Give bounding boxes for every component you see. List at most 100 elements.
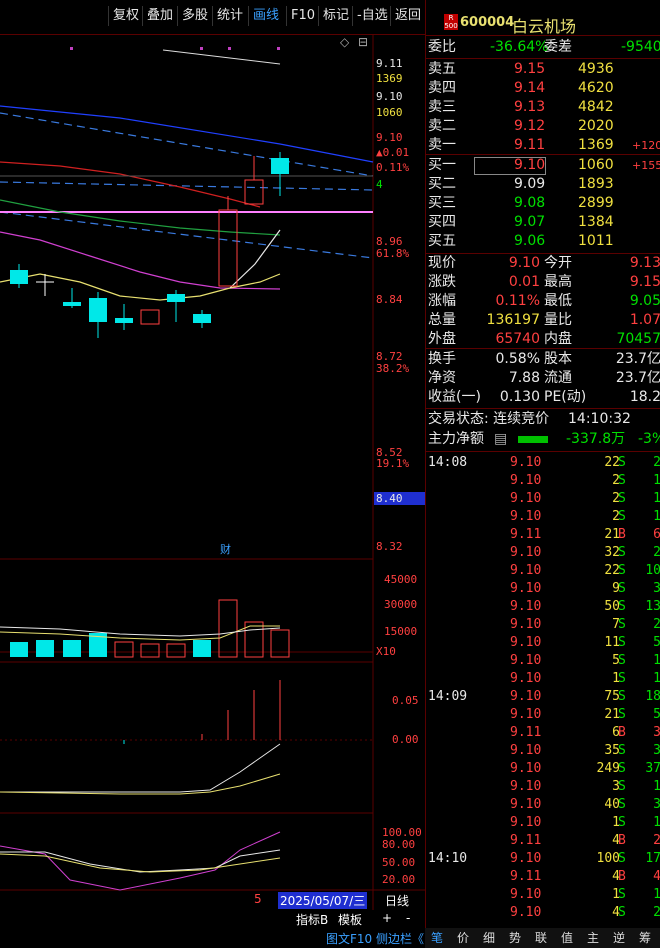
panel-tab-1[interactable]: 价 — [457, 928, 469, 948]
tick-row[interactable]: 14:09 9.10 75 S 18 — [426, 688, 660, 706]
stock-code: 600004 — [460, 15, 515, 30]
trade-status-row: 交易状态: 连续竞价 14:10:32 — [426, 410, 660, 429]
tick-side: S — [618, 455, 626, 470]
tick-row[interactable]: 9.10 2 S 1 — [426, 472, 660, 490]
buy-row: 买一 9.10 1060 +155 — [426, 156, 660, 175]
tick-row[interactable]: 9.10 21 S 5 — [426, 706, 660, 724]
tick-row[interactable]: 9.10 22 S 10 — [426, 562, 660, 580]
tick-count: 18 — [645, 689, 660, 704]
stat-label: 内盘 — [544, 331, 572, 347]
tick-row[interactable]: 9.11 21 B 6 — [426, 526, 660, 544]
marker — [70, 47, 73, 50]
buy-price: 9.10 — [514, 157, 546, 173]
stat-value: 136197 — [486, 312, 540, 328]
stat-row: 总量 136197 量比 1.07 — [426, 311, 660, 330]
cai-badge[interactable]: 财 — [220, 541, 231, 557]
toolbar-button-6[interactable]: 标记 — [318, 6, 353, 26]
tick-row[interactable]: 9.10 4 S 2 — [426, 904, 660, 922]
main-flow-row[interactable]: 主力净额 ▤ -337.8万 -3% — [426, 430, 660, 449]
tick-row[interactable]: 9.10 1 S 1 — [426, 670, 660, 688]
toolbar-button-4[interactable]: 画线 — [248, 6, 283, 26]
tick-row[interactable]: 9.10 11 S 5 — [426, 634, 660, 652]
kline-chart[interactable]: ◇ ⊟ — [0, 34, 425, 910]
sell-volume: 4936 — [578, 61, 614, 77]
tick-side: B — [618, 725, 626, 740]
toolbar-button-3[interactable]: 统计 — [212, 6, 247, 26]
weicha-value: -9540 — [621, 39, 660, 55]
cursor-index: 5 — [254, 892, 262, 906]
volume-bar — [166, 643, 186, 658]
tick-count: 1 — [653, 473, 660, 488]
tick-count: 1 — [653, 887, 660, 902]
tick-row[interactable]: 9.10 5 S 1 — [426, 652, 660, 670]
tick-side: S — [618, 563, 626, 578]
tick-row[interactable]: 14:10 9.10 100 S 17 — [426, 850, 660, 868]
status-text[interactable]: 图文F10 侧边栏《 — [326, 930, 424, 947]
volume-bar — [193, 640, 211, 657]
stat-label: 最低 — [544, 293, 572, 309]
panel-tab-3[interactable]: 势 — [509, 928, 521, 948]
tick-row[interactable]: 9.10 35 S 3 — [426, 742, 660, 760]
sell-row: 卖五 9.15 4936 — [426, 60, 660, 79]
panel-tab-2[interactable]: 细 — [483, 928, 495, 948]
marker — [200, 47, 203, 50]
tick-row[interactable]: 9.10 2 S 1 — [426, 490, 660, 508]
tick-row[interactable]: 9.10 1 S 1 — [426, 886, 660, 904]
indicator-button-0[interactable]: 指标B — [296, 911, 328, 928]
indicator-button-1[interactable]: 模板 — [338, 911, 362, 928]
tick-row[interactable]: 9.11 4 B 4 — [426, 868, 660, 886]
tick-row[interactable]: 9.10 1 S 1 — [426, 814, 660, 832]
period-label[interactable]: 日线 — [385, 892, 409, 909]
tick-row[interactable]: 14:08 9.10 22 S 2 — [426, 454, 660, 472]
tick-row[interactable]: 9.11 6 B 3 — [426, 724, 660, 742]
tick-row[interactable]: 9.11 4 B 2 — [426, 832, 660, 850]
stat-value: 9.13 — [629, 255, 660, 271]
tick-count: 2 — [653, 905, 660, 920]
tick-price: 9.10 — [510, 797, 542, 812]
tick-row[interactable]: 9.10 3 S 1 — [426, 778, 660, 796]
panel-tab-0[interactable]: 笔 — [431, 928, 443, 948]
stat-label: 量比 — [544, 312, 572, 328]
tick-row[interactable]: 9.10 7 S 2 — [426, 616, 660, 634]
buy-label: 买四 — [428, 214, 456, 230]
panel-tab-5[interactable]: 值 — [561, 928, 573, 948]
panel-tab-6[interactable]: 主 — [587, 928, 599, 948]
kdj-j-line — [0, 831, 281, 891]
tick-side: B — [618, 527, 626, 542]
buy-row: 买四 9.07 1384 — [426, 213, 660, 232]
tick-row[interactable]: 9.10 249 S 37 — [426, 760, 660, 778]
toolbar-button-5[interactable]: F10 — [286, 6, 319, 26]
macd-axis-label: 0.00 — [392, 733, 419, 746]
panel-tab-8[interactable]: 筹 — [639, 928, 651, 948]
indicator-button-3[interactable]: - — [406, 911, 410, 925]
stat-value: 23.7亿 — [615, 351, 660, 367]
tick-row[interactable]: 9.10 40 S 3 — [426, 796, 660, 814]
tick-price: 9.10 — [510, 707, 542, 722]
toolbar-button-7[interactable]: -自选 — [352, 6, 392, 26]
buy-volume: 1893 — [578, 176, 614, 192]
panel-tab-4[interactable]: 联 — [535, 928, 547, 948]
tick-row[interactable]: 9.10 9 S 3 — [426, 580, 660, 598]
tick-side: S — [618, 671, 626, 686]
panel-tab-7[interactable]: 逆 — [613, 928, 625, 948]
stat-value: 9.15 — [629, 274, 660, 290]
sell-volume: 2020 — [578, 118, 614, 134]
toolbar-button-0[interactable]: 复权 — [108, 6, 143, 26]
toolbar-button-2[interactable]: 多股 — [177, 6, 212, 26]
tick-side: S — [618, 905, 626, 920]
price-axis-label: 9.10 — [376, 90, 403, 103]
buy-label: 买三 — [428, 195, 456, 211]
list-icon[interactable]: ▤ — [494, 430, 507, 449]
toolbar-button-1[interactable]: 叠加 — [142, 6, 177, 26]
tick-count: 2 — [653, 455, 660, 470]
tick-time: 14:09 — [428, 689, 468, 704]
buy-price: 9.07 — [514, 214, 546, 230]
tick-row[interactable]: 9.10 50 S 13 — [426, 598, 660, 616]
toolbar-button-8[interactable]: 返回 — [390, 6, 425, 26]
tick-row[interactable]: 9.10 2 S 1 — [426, 508, 660, 526]
tick-price: 9.10 — [510, 887, 542, 902]
tick-side: S — [618, 815, 626, 830]
tick-side: S — [618, 707, 626, 722]
indicator-button-2[interactable]: + — [382, 911, 392, 925]
tick-row[interactable]: 9.10 32 S 2 — [426, 544, 660, 562]
